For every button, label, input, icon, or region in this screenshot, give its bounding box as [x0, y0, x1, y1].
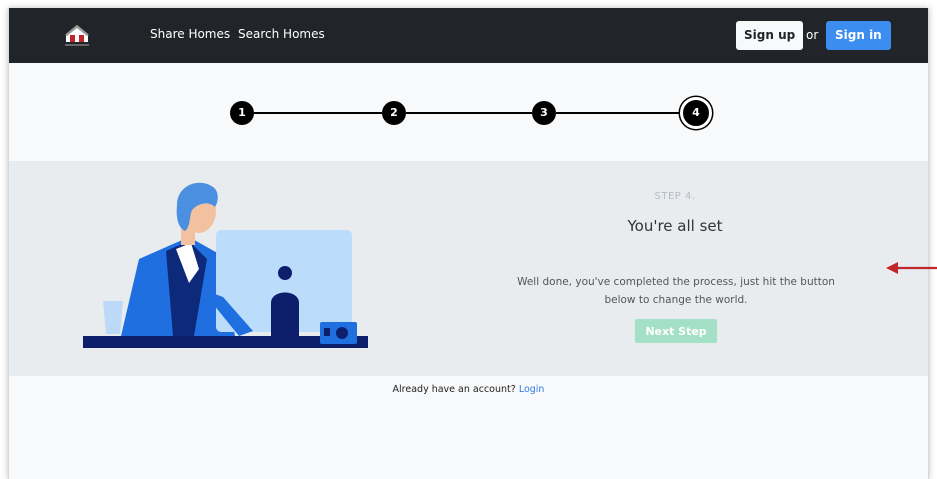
- login-prompt-text: Already have an account?: [392, 384, 516, 395]
- stepper-connector: [406, 112, 532, 114]
- login-link[interactable]: Login: [519, 384, 545, 395]
- progress-stepper: 1 2 3 4: [9, 96, 928, 130]
- stepper-connector: [556, 112, 682, 114]
- annotation-arrow-icon: [886, 262, 937, 274]
- step-label: STEP 4.: [654, 191, 696, 202]
- browser-viewport: Share Homes Search Homes Sign up or Sign…: [8, 8, 929, 479]
- person-at-computer-illustration: [83, 182, 368, 348]
- stepper-connector: [243, 112, 382, 114]
- next-step-button[interactable]: Next Step: [635, 319, 717, 343]
- signin-button[interactable]: Sign in: [826, 21, 891, 50]
- step-description: Well done, you've completed the process,…: [517, 276, 835, 306]
- step-1-indicator: 1: [230, 101, 254, 125]
- top-navbar: Share Homes Search Homes Sign up or Sign…: [9, 8, 928, 63]
- signup-button[interactable]: Sign up: [736, 21, 804, 50]
- house-logo-icon[interactable]: [61, 22, 93, 48]
- nav-link-share-homes[interactable]: Share Homes: [150, 27, 230, 41]
- login-prompt: Already have an account? Login: [9, 384, 928, 395]
- step-3-indicator: 3: [532, 101, 556, 125]
- nav-link-search-homes[interactable]: Search Homes: [238, 27, 325, 41]
- step-2-indicator: 2: [382, 101, 406, 125]
- step-panel: STEP 4. You're all set Well done, you've…: [9, 161, 928, 376]
- step-4-indicator: 4: [680, 97, 712, 129]
- or-text: or: [806, 28, 819, 42]
- step-title: You're all set: [627, 217, 723, 235]
